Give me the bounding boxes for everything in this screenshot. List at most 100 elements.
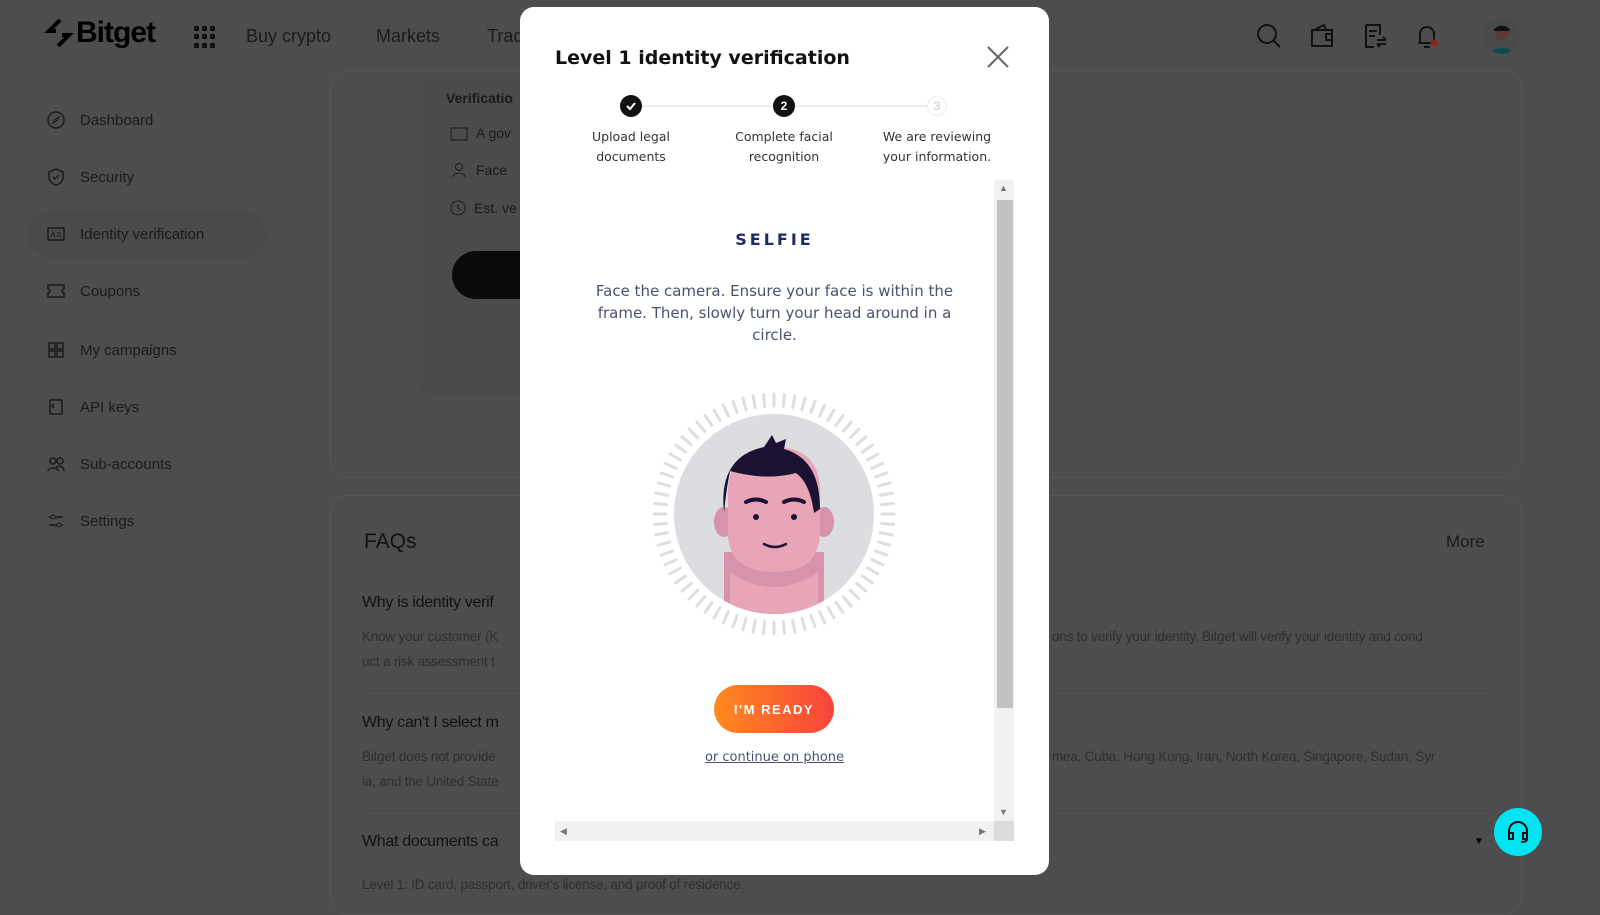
ring-tick bbox=[695, 595, 707, 608]
key-icon bbox=[49, 399, 63, 415]
orders-icon[interactable] bbox=[1361, 22, 1389, 50]
ring-tick bbox=[663, 461, 678, 470]
faq-answer: Know your customer (K bbox=[362, 629, 499, 644]
search-icon[interactable] bbox=[1255, 22, 1283, 50]
ring-tick bbox=[848, 427, 861, 440]
scroll-down-icon[interactable]: ▼ bbox=[999, 807, 1008, 817]
shield-icon bbox=[48, 168, 64, 186]
faq-question[interactable]: What documents ca bbox=[362, 833, 499, 851]
ring-tick bbox=[800, 396, 807, 412]
ring-tick bbox=[860, 443, 874, 454]
ring-tick bbox=[656, 540, 672, 547]
faq-answer: uct a risk assessment t bbox=[362, 654, 495, 669]
person-icon bbox=[452, 163, 466, 178]
id-card-icon bbox=[47, 227, 65, 241]
close-icon[interactable] bbox=[986, 45, 1010, 69]
nav-markets[interactable]: Markets bbox=[376, 26, 440, 47]
ring-tick bbox=[809, 399, 817, 415]
step-1-label: Upload legal documents bbox=[591, 129, 670, 164]
ring-tick bbox=[826, 606, 836, 620]
ring-tick bbox=[687, 427, 700, 440]
sidebar-label: Sub-accounts bbox=[80, 455, 172, 473]
faq-title: FAQs bbox=[364, 530, 417, 553]
sidebar-item-settings[interactable]: Settings bbox=[28, 497, 266, 545]
ring-tick bbox=[841, 595, 853, 608]
sidebar-label: Security bbox=[80, 168, 135, 186]
faq-question[interactable]: Why is identity verif bbox=[362, 594, 494, 612]
ring-tick bbox=[751, 394, 757, 410]
sidebar-item-security[interactable]: Security bbox=[28, 153, 266, 201]
ring-tick bbox=[809, 613, 817, 629]
sidebar-label: Settings bbox=[80, 512, 135, 530]
ring-tick bbox=[876, 540, 892, 547]
avatar-illustration-icon bbox=[1490, 25, 1514, 54]
continue-on-phone-link[interactable]: or continue on phone bbox=[555, 750, 994, 765]
ring-tick bbox=[751, 618, 757, 634]
faq-question[interactable]: Why can't I select m bbox=[362, 714, 499, 732]
sidebar-item-identity-verification[interactable]: Identity verification bbox=[28, 210, 266, 258]
bitget-mark-icon bbox=[44, 18, 74, 48]
ring-tick bbox=[860, 574, 874, 585]
ring-tick bbox=[834, 414, 845, 428]
ring-tick bbox=[834, 600, 845, 614]
ring-tick bbox=[680, 581, 693, 593]
ring-tick bbox=[866, 452, 880, 462]
bell-icon[interactable] bbox=[1413, 22, 1441, 50]
faq-answer: Bitget does not provide bbox=[362, 749, 496, 764]
ring-tick bbox=[791, 618, 797, 634]
compass-icon bbox=[47, 111, 65, 129]
ring-tick bbox=[652, 521, 668, 526]
ring-tick bbox=[866, 566, 880, 576]
ring-tick bbox=[781, 392, 786, 408]
ring-tick bbox=[668, 566, 682, 576]
faq-answer: Level 1: ID card, passport, driver's lic… bbox=[362, 877, 744, 892]
scroll-up-icon[interactable]: ▲ bbox=[999, 183, 1008, 193]
sidebar-item-coupons[interactable]: Coupons bbox=[28, 267, 266, 315]
bitget-logo[interactable]: Bitget bbox=[44, 16, 156, 50]
ring-tick bbox=[721, 403, 730, 418]
support-chat-button[interactable] bbox=[1494, 808, 1542, 856]
wallet-icon[interactable] bbox=[1308, 22, 1336, 50]
horizontal-scrollbar[interactable]: ◀ ▶ bbox=[555, 821, 994, 841]
ring-tick bbox=[656, 481, 672, 488]
vertical-scrollbar[interactable]: ▲ ▼ bbox=[994, 180, 1014, 821]
ring-tick bbox=[855, 581, 868, 593]
checkmark-icon bbox=[626, 102, 636, 111]
sidebar-item-dashboard[interactable]: Dashboard bbox=[28, 96, 266, 144]
stepper-connector bbox=[795, 105, 937, 107]
ring-tick bbox=[687, 588, 700, 601]
sidebar-item-my-campaigns[interactable]: My campaigns bbox=[28, 326, 266, 374]
nav-buy-crypto[interactable]: Buy crypto bbox=[246, 26, 331, 47]
chevron-down-icon[interactable]: ▼ bbox=[1474, 836, 1484, 847]
ring-tick bbox=[880, 521, 896, 526]
ring-tick bbox=[800, 616, 807, 632]
scroll-left-icon[interactable]: ◀ bbox=[560, 826, 567, 837]
ring-tick bbox=[762, 620, 767, 636]
scroll-right-icon[interactable]: ▶ bbox=[979, 826, 986, 837]
faq-more-link[interactable]: More bbox=[1446, 532, 1485, 552]
faq-answer: ons to verify your identity. Bitget will… bbox=[1052, 629, 1423, 644]
ring-tick bbox=[873, 549, 889, 557]
ring-tick bbox=[712, 606, 722, 620]
verification-heading: Verificatio bbox=[446, 90, 513, 106]
user-avatar[interactable] bbox=[1484, 18, 1520, 54]
sidebar-item-sub-accounts[interactable]: Sub-accounts bbox=[28, 440, 266, 488]
requirement-face: Face bbox=[476, 162, 508, 178]
step-2-label: Complete facial recognition bbox=[735, 129, 833, 164]
apps-grid-icon[interactable] bbox=[194, 26, 216, 48]
scrollbar-thumb[interactable] bbox=[997, 200, 1013, 708]
logo-text: Bitget bbox=[76, 16, 156, 49]
im-ready-button[interactable]: I'M READY bbox=[714, 685, 834, 733]
users-icon bbox=[47, 457, 65, 472]
selfie-heading: SELFIE bbox=[735, 230, 814, 249]
ring-tick bbox=[818, 403, 827, 418]
sidebar-item-api-keys[interactable]: API keys bbox=[28, 383, 266, 431]
ring-tick bbox=[654, 531, 670, 537]
ticket-icon bbox=[47, 284, 65, 298]
ring-tick bbox=[762, 392, 767, 408]
step-1-complete-indicator bbox=[620, 95, 642, 117]
clock-icon bbox=[450, 200, 466, 216]
ring-tick bbox=[668, 452, 682, 462]
ring-tick bbox=[695, 420, 707, 433]
ring-tick bbox=[791, 394, 797, 410]
